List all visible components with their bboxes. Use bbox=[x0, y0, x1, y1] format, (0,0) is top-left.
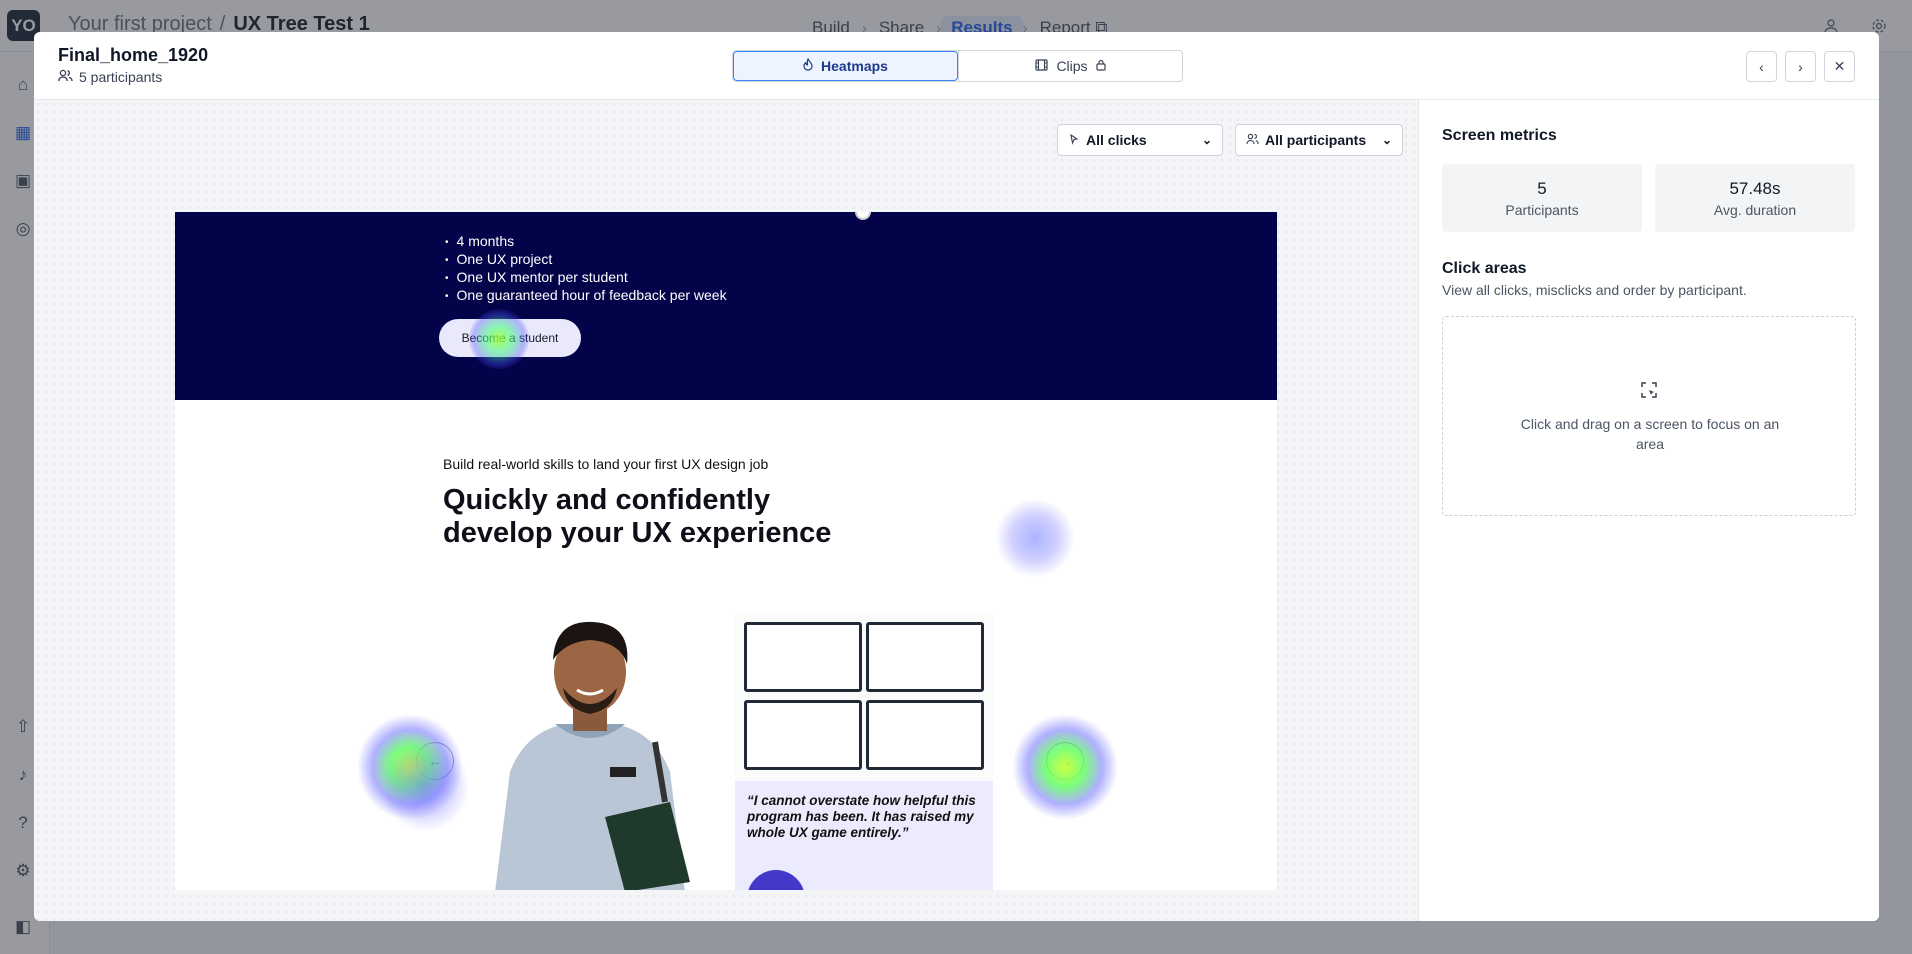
view-toggle: Heatmaps Clips bbox=[732, 50, 1183, 82]
hero-section: 4 months One UX project One UX mentor pe… bbox=[175, 212, 1277, 400]
carousel-next-arrow: → bbox=[1046, 742, 1084, 780]
participants-label: 5 participants bbox=[79, 69, 163, 85]
close-modal-button[interactable]: ✕ bbox=[1824, 51, 1855, 82]
cursor-click-icon bbox=[1068, 132, 1080, 148]
previous-screen-button[interactable]: ‹ bbox=[1746, 51, 1777, 82]
portfolio-thumbnail bbox=[866, 622, 984, 692]
chevron-right-icon: › bbox=[1798, 58, 1803, 75]
metrics-panel: Screen metrics 5 Participants 57.48s Avg… bbox=[1418, 100, 1879, 921]
click-areas-title: Click areas bbox=[1442, 260, 1527, 277]
users-icon bbox=[1246, 132, 1259, 148]
portfolio-thumbnail bbox=[744, 622, 862, 692]
participants-count: 5 participants bbox=[58, 69, 162, 85]
tab-heatmaps[interactable]: Heatmaps bbox=[733, 51, 958, 81]
select-area-icon bbox=[1641, 382, 1657, 398]
carousel-prev-arrow: ← bbox=[416, 742, 454, 780]
film-icon bbox=[1035, 58, 1049, 74]
screen-preview[interactable]: 4 months One UX project One UX mentor pe… bbox=[175, 212, 1277, 890]
participants-filter-value: All participants bbox=[1265, 132, 1367, 148]
portfolio-thumbnail bbox=[744, 700, 862, 770]
chevron-left-icon: ‹ bbox=[1759, 58, 1764, 75]
heatmap-hotspot bbox=[995, 498, 1075, 578]
participants-filter-dropdown[interactable]: All participants ⌄ bbox=[1235, 124, 1403, 156]
chevron-down-icon: ⌄ bbox=[1201, 133, 1212, 147]
click-areas-empty-state: Click and drag on a screen to focus on a… bbox=[1442, 316, 1856, 516]
become-student-button: Become a student bbox=[439, 319, 581, 357]
program-features-list: 4 months One UX project One UX mentor pe… bbox=[445, 233, 727, 305]
modal-header: Final_home_1920 5 participants Heatmaps … bbox=[34, 32, 1879, 100]
clicks-filter-value: All clicks bbox=[1086, 132, 1147, 148]
metric-avg-duration: 57.48s Avg. duration bbox=[1655, 164, 1855, 232]
metric-label: Participants bbox=[1505, 202, 1579, 218]
testimonial-card: “I cannot overstate how helpful this pro… bbox=[735, 613, 993, 890]
student-photo bbox=[495, 621, 690, 890]
portfolio-thumbnail bbox=[866, 700, 984, 770]
clicks-filter-dropdown[interactable]: All clicks ⌄ bbox=[1057, 124, 1223, 156]
feature-item: One guaranteed hour of feedback per week bbox=[445, 287, 727, 305]
screen-title: Final_home_1920 bbox=[58, 45, 209, 65]
next-screen-button[interactable]: › bbox=[1785, 51, 1816, 82]
portfolio-screens-image bbox=[735, 613, 993, 781]
metric-value: 57.48s bbox=[1729, 179, 1781, 198]
feature-item: One UX project bbox=[445, 251, 727, 269]
carousel-dot bbox=[855, 212, 871, 220]
click-areas-description: View all clicks, misclicks and order by … bbox=[1442, 282, 1747, 298]
tab-heatmaps-label: Heatmaps bbox=[821, 58, 888, 74]
close-icon: ✕ bbox=[1833, 58, 1846, 74]
users-icon bbox=[58, 69, 73, 85]
screen-metrics-title: Screen metrics bbox=[1442, 127, 1557, 144]
heatmap-canvas[interactable]: All clicks ⌄ All participants ⌄ 4 months… bbox=[34, 100, 1418, 921]
metric-participants: 5 Participants bbox=[1442, 164, 1642, 232]
feature-item: 4 months bbox=[445, 233, 727, 251]
flame-icon bbox=[803, 57, 813, 74]
avatar bbox=[747, 870, 805, 890]
tab-clips[interactable]: Clips bbox=[958, 51, 1182, 81]
click-areas-hint: Click and drag on a screen to focus on a… bbox=[1520, 416, 1780, 452]
metric-value: 5 bbox=[1537, 179, 1547, 198]
feature-item: One UX mentor per student bbox=[445, 269, 727, 287]
section-headline: Quickly and confidently develop your UX … bbox=[443, 484, 832, 549]
section-kicker: Build real-world skills to land your fir… bbox=[443, 456, 769, 472]
tab-clips-label: Clips bbox=[1056, 58, 1088, 74]
testimonial-quote: “I cannot overstate how helpful this pro… bbox=[747, 793, 976, 840]
chevron-down-icon: ⌄ bbox=[1381, 133, 1392, 147]
metric-label: Avg. duration bbox=[1713, 202, 1797, 218]
heatmap-modal: Final_home_1920 5 participants Heatmaps … bbox=[34, 32, 1879, 921]
lock-icon bbox=[1095, 58, 1106, 74]
